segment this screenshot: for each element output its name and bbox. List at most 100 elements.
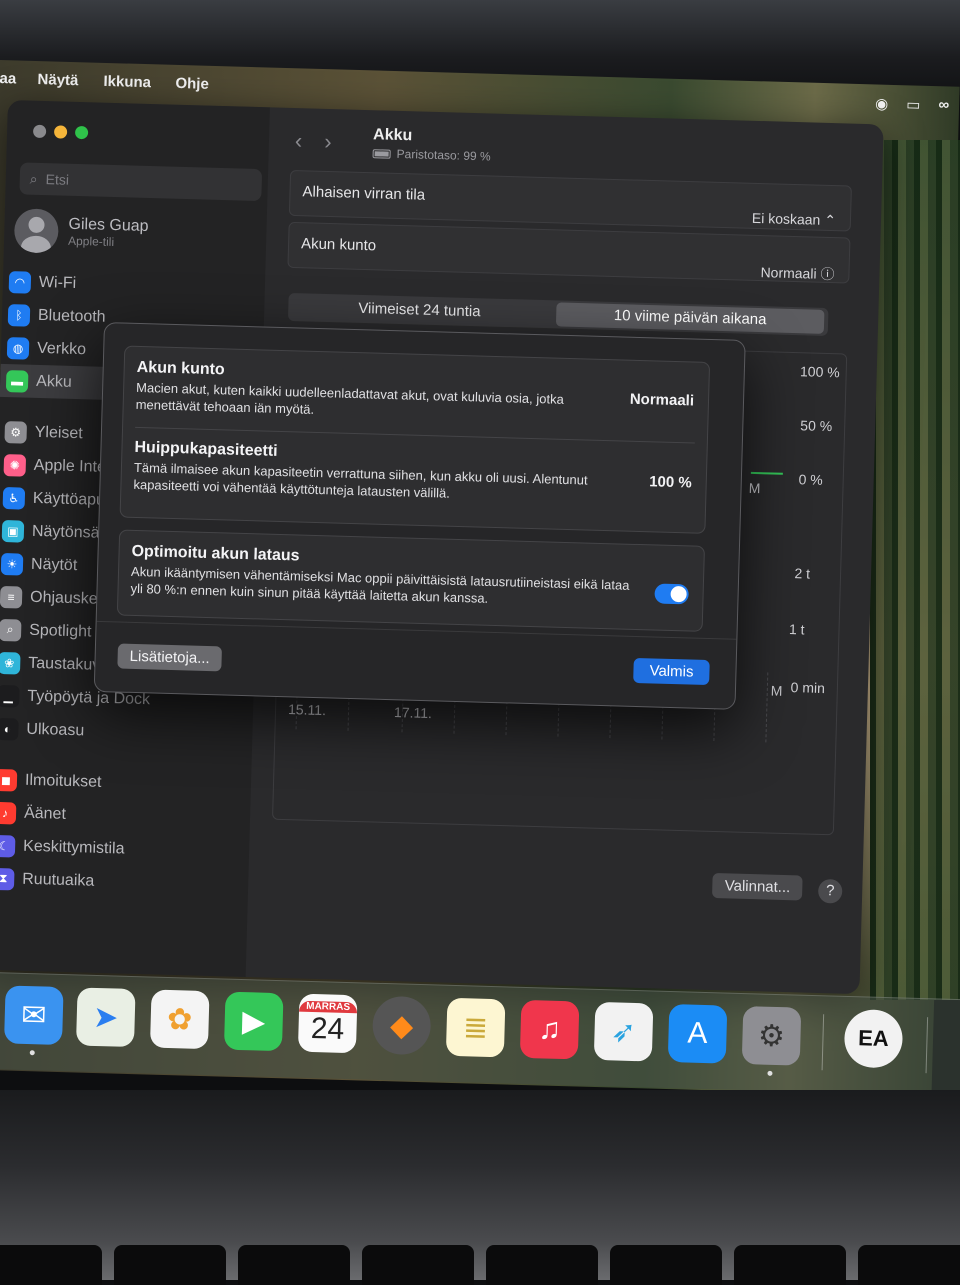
search-field[interactable]: ⌕ Etsi	[19, 162, 263, 202]
done-button[interactable]: Valmis	[633, 657, 710, 686]
menu-item[interactable]: aa	[0, 70, 16, 87]
maps-icon[interactable]: ➤	[75, 987, 136, 1048]
app-store-icon[interactable]: A	[667, 1003, 728, 1064]
focus-icon: ☾	[0, 834, 16, 857]
sidebar-item-label: Keskittymistila	[22, 837, 125, 858]
learn-more-button[interactable]: Lisätietoja...	[117, 643, 223, 672]
low-power-label: Alhaisen virran tila	[302, 183, 426, 204]
battery-health-status: Normaali	[760, 264, 817, 282]
battery-level: Paristotaso: 99 %	[372, 146, 491, 164]
back-icon[interactable]: ‹	[295, 128, 325, 154]
low-power-select[interactable]: Ei koskaan ⌃	[752, 210, 837, 229]
y-label: 0 min	[790, 679, 826, 697]
battery-health-sheet: Akun kunto Macien akut, kuten kaikki uud…	[93, 322, 746, 710]
options-button[interactable]: Valinnat...	[712, 872, 803, 901]
apple-intelligence-icon: ✺	[3, 453, 27, 477]
y-label: 50 %	[800, 417, 833, 435]
calendar-day: 24	[310, 1011, 345, 1046]
battery-level-text: Paristotaso: 99 %	[396, 146, 491, 164]
optimized-charging-card: Optimoitu akun lataus Akun ikääntymisen …	[116, 529, 705, 632]
battery-health-row[interactable]: Akun kunto Normaali ⓘ	[287, 221, 851, 284]
sidebar-item-label: Wi-Fi	[38, 273, 77, 292]
sidebar-item-label: Näytöt	[30, 555, 78, 574]
sidebar-item-label: Spotlight	[28, 621, 92, 641]
sound-icon: ♪	[0, 801, 17, 824]
y-label: 0 %	[798, 471, 823, 488]
telegram-icon[interactable]: ➶	[593, 1001, 654, 1062]
mail-icon[interactable]: ✉	[4, 985, 64, 1046]
sidebar-item-label: Ulkoasu	[26, 720, 85, 739]
globe-icon: ◍	[6, 336, 30, 360]
fl-studio-icon[interactable]: ◆	[371, 995, 432, 1056]
sidebar-item-label: Bluetooth	[37, 306, 106, 326]
gridline	[765, 672, 769, 743]
user-icon[interactable]: ◉	[875, 94, 889, 112]
menu-item-help[interactable]: Ohje	[175, 75, 209, 93]
health-title: Akun kunto	[136, 358, 225, 379]
zoom-button[interactable]	[74, 125, 89, 140]
page-title: Akku	[372, 126, 413, 145]
close-button[interactable]	[32, 124, 47, 139]
battery-icon: ▬	[5, 369, 29, 393]
screensaver-icon: ▣	[1, 519, 25, 543]
notifications-icon: ◼	[0, 768, 18, 792]
control-center-icon: ≡	[0, 585, 23, 609]
display-icon: ☀	[0, 552, 24, 576]
dock-divider	[925, 1017, 929, 1074]
account-subtitle: Apple-tili	[67, 233, 115, 250]
calendar-month: MARRAS	[299, 1000, 358, 1013]
battery-level-line	[750, 471, 783, 475]
forward-icon[interactable]: ›	[324, 129, 354, 155]
health-card: Akun kunto Macien akut, kuten kaikki uud…	[119, 345, 711, 534]
sidebar-item-label: Ruutuaika	[22, 870, 95, 890]
battery-status-icon[interactable]: ▭	[906, 95, 921, 113]
wifi-icon: ◠	[8, 270, 32, 294]
sidebar-item-label: Ilmoitukset	[24, 771, 102, 791]
info-icon[interactable]: ⓘ	[820, 266, 834, 282]
capacity-value: 100 %	[648, 473, 692, 492]
help-button[interactable]: ?	[817, 878, 843, 904]
window-controls	[32, 124, 89, 140]
appearance-icon: ◐	[0, 717, 19, 741]
low-power-value: Ei koskaan	[751, 209, 821, 228]
ea-app-icon[interactable]: EA	[843, 1008, 904, 1069]
key	[858, 1245, 960, 1285]
spotlight-icon: ⌕	[0, 618, 22, 642]
key	[238, 1245, 350, 1285]
optimized-charging-title: Optimoitu akun lataus	[131, 542, 300, 565]
x-date: 15.11.	[287, 701, 327, 719]
music-icon[interactable]: ♫	[519, 999, 580, 1060]
x-date: 17.11.	[393, 704, 433, 722]
key	[114, 1245, 226, 1285]
tab-24h[interactable]: Viimeiset 24 tuntia	[358, 300, 481, 320]
menu-item-view[interactable]: Näytä	[37, 71, 78, 89]
sidebar-item-label: Verkko	[36, 339, 87, 358]
system-settings-icon[interactable]: ⚙	[741, 1006, 802, 1066]
minimize-button[interactable]	[53, 125, 68, 139]
account-row[interactable]: Giles Guap Apple-tili	[13, 208, 149, 256]
tab-10-days[interactable]: 10 viime päivän aikana	[555, 302, 825, 334]
key	[734, 1245, 846, 1285]
notes-icon[interactable]: ≣	[445, 997, 506, 1058]
avatar	[13, 208, 59, 254]
running-indicator	[29, 1050, 35, 1056]
menu-item-window[interactable]: Ikkuna	[103, 73, 151, 91]
x-marker: M	[748, 479, 761, 497]
key	[486, 1245, 598, 1285]
facetime-icon[interactable]: ▶	[223, 991, 284, 1052]
health-description: Macien akut, kuten kaikki uudelleenladat…	[135, 379, 565, 417]
sidebar-item-label: Akku	[35, 372, 72, 391]
optimized-charging-toggle[interactable]	[654, 583, 689, 605]
chevron-updown-icon: ⌃	[824, 211, 837, 229]
battery-health-value: Normaali ⓘ	[760, 262, 834, 284]
wallpaper-icon: ❀	[0, 651, 21, 675]
photos-icon[interactable]: ✿	[149, 989, 210, 1050]
screen-mirroring-icon[interactable]: ∞	[938, 96, 949, 114]
optimized-charging-description: Akun ikääntymisen vähentämiseksi Mac opp…	[130, 563, 630, 606]
navigation-arrows: ‹›	[295, 128, 354, 156]
battery-health-label: Akun kunto	[300, 235, 377, 255]
calendar-icon[interactable]: MARRAS 24	[297, 993, 358, 1054]
low-power-mode-row[interactable]: Alhaisen virran tila Ei koskaan ⌃	[288, 169, 852, 232]
sidebar-item-screen-time[interactable]: ⧗ Ruutuaika	[0, 862, 249, 902]
search-placeholder: Etsi	[45, 171, 70, 188]
